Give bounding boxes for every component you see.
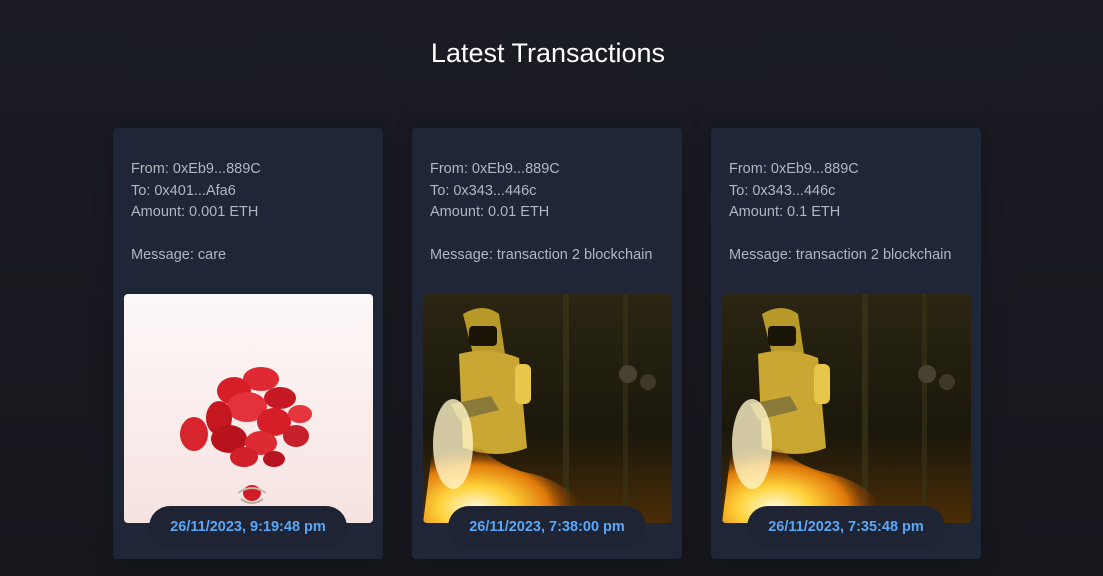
amount: Amount: 0.1 ETH bbox=[729, 204, 841, 221]
transaction-details: From: 0xEb9...889C To: 0x343...446c Amou… bbox=[430, 159, 652, 267]
transaction-card: From: 0xEb9...889C To: 0x401...Afa6 Amou… bbox=[113, 128, 383, 559]
rose-petals-image bbox=[124, 294, 373, 523]
timestamp-badge: 26/11/2023, 7:35:48 pm bbox=[747, 506, 945, 548]
from-address: From: 0xEb9...889C bbox=[729, 161, 859, 177]
transaction-card: From: 0xEb9...889C To: 0x343...446c Amou… bbox=[412, 128, 682, 559]
transaction-details: From: 0xEb9...889C To: 0x343...446c Amou… bbox=[729, 159, 951, 267]
to-address: To: 0x401...Afa6 bbox=[131, 182, 236, 199]
transaction-details: From: 0xEb9...889C To: 0x401...Afa6 Amou… bbox=[131, 159, 261, 267]
flamethrower-suit-image bbox=[423, 294, 672, 523]
timestamp-badge: 26/11/2023, 9:19:48 pm bbox=[149, 506, 347, 548]
from-address: From: 0xEb9...889C bbox=[430, 161, 560, 177]
transaction-card: From: 0xEb9...889C To: 0x343...446c Amou… bbox=[711, 128, 981, 559]
amount: Amount: 0.001 ETH bbox=[131, 204, 259, 221]
page-title: Latest Transactions bbox=[430, 38, 666, 68]
message: Message: care bbox=[131, 247, 227, 264]
flamethrower-suit-image bbox=[722, 294, 971, 523]
message: Message: transaction 2 blockchain bbox=[729, 247, 952, 264]
transactions-list: From: 0xEb9...889C To: 0x401...Afa6 Amou… bbox=[113, 128, 981, 559]
from-address: From: 0xEb9...889C bbox=[131, 161, 261, 177]
amount: Amount: 0.01 ETH bbox=[430, 204, 550, 221]
to-address: To: 0x343...446c bbox=[430, 182, 537, 199]
to-address: To: 0x343...446c bbox=[729, 182, 836, 199]
timestamp-badge: 26/11/2023, 7:38:00 pm bbox=[448, 506, 646, 548]
message: Message: transaction 2 blockchain bbox=[430, 247, 653, 264]
